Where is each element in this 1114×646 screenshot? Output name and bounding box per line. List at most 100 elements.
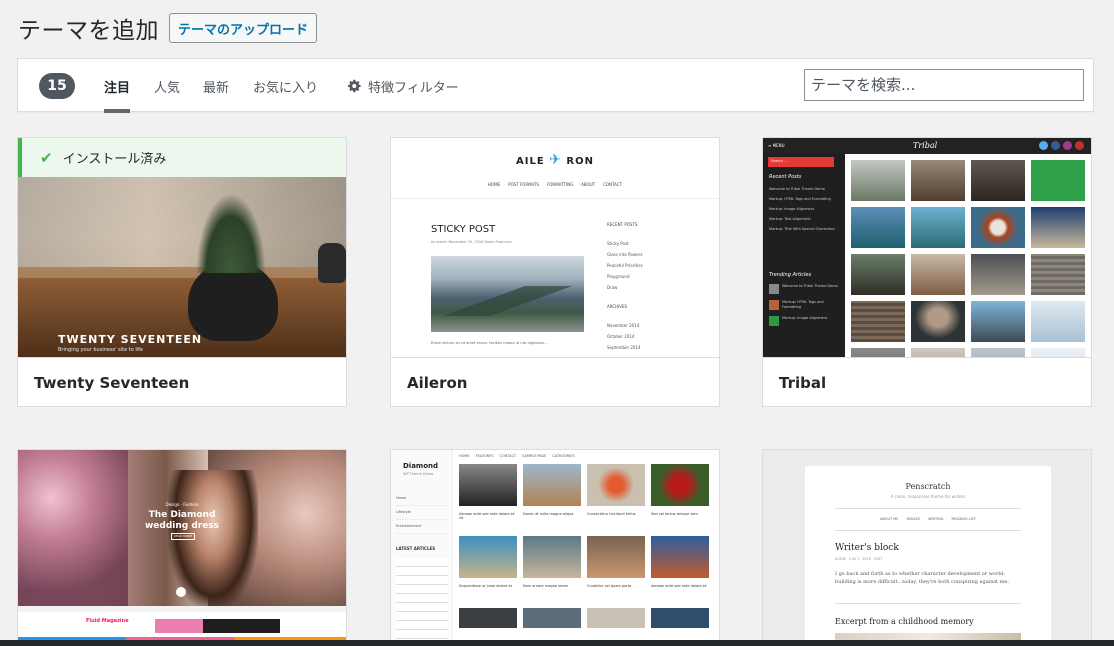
preview-trending-link: Welcome to Tribal Theme Demo — [782, 284, 838, 288]
feature-filter-button[interactable]: 特徴フィルター — [348, 59, 459, 113]
preview-sidebar-link: Draw — [607, 285, 618, 290]
page-title: テーマを追加 — [18, 18, 159, 44]
preview-post1-meta: AUDIE · JULY 7, 2016 · EDIT — [835, 557, 883, 561]
tab-latest[interactable]: 最新 — [203, 59, 229, 113]
preview-post-meta: by admin November 25, 2016 Books Feature… — [431, 240, 512, 244]
preview-sidebar-link: Glass into flowers — [607, 252, 643, 257]
tab-featured[interactable]: 注目 — [104, 59, 131, 113]
preview-nav-item: ABOUT ME — [879, 517, 899, 521]
scroll-dot-icon — [176, 587, 186, 597]
preview-post-image — [431, 256, 584, 332]
preview-recent-link: Welcome to Tribal Theme Demo — [769, 187, 825, 191]
preview-post-title: Donec at nulla magna aliqua — [523, 512, 574, 516]
preview-side-link: Lifestyle — [396, 506, 448, 520]
feature-filter-label: 特徴フィルター — [368, 80, 459, 96]
theme-card-penscratch[interactable]: Penscratch A clean, responsive theme for… — [762, 449, 1092, 646]
theme-screenshot: AILE ✈ RON HOME POST FORMATS FORMATTING … — [391, 138, 719, 357]
preview-nav-item: WRITING — [928, 517, 944, 521]
preview-sidebar-link: Sticky Post — [607, 241, 629, 246]
preview-nav-item: ABOUT — [581, 182, 596, 187]
preview-post-title: STICKY POST — [431, 224, 496, 235]
preview-sidebar-link: Peaceful Priorities — [607, 263, 643, 268]
preview-meta: Design · Fashion — [165, 502, 199, 507]
preview-trending-link: Markup: HTML Tags and Formatting — [782, 300, 824, 309]
theme-name: Aileron — [391, 357, 719, 406]
preview-subtitle: Bringing your business' site to life — [58, 347, 143, 353]
theme-search-input[interactable] — [804, 69, 1084, 101]
tab-popular[interactable]: 人気 — [154, 59, 180, 113]
installed-banner: ✔ インストール済み — [18, 138, 346, 177]
preview-logo: Tribal — [913, 141, 938, 150]
page-header: テーマを追加 テーマのアップロード — [18, 12, 318, 44]
preview-title: TWENTY SEVENTEEN — [58, 333, 203, 346]
preview-logo-left: AILE — [516, 156, 545, 167]
preview-title: Penscratch — [905, 482, 951, 491]
preview-tagline: WP Theme Demo — [403, 472, 434, 476]
social-icon — [1051, 141, 1060, 150]
preview-menu-label: ≡ MENU — [768, 143, 785, 148]
plane-icon: ✈ — [549, 152, 562, 168]
social-icon — [1075, 141, 1084, 150]
preview-post-title: Sed vel lectus tempor sem — [651, 512, 698, 516]
preview-read-more: READ MORE — [171, 533, 195, 540]
preview-post-title: Nam ornare magna lorem — [523, 584, 569, 588]
preview-title: The Diamond wedding dress — [144, 510, 220, 531]
preview-trending-link: Markup: Image Alignment — [782, 316, 828, 320]
preview-post-title: Aenean ante sed ante dolore et — [651, 584, 707, 588]
preview-post2-title: Excerpt from a childhood memory — [835, 617, 974, 626]
theme-screenshot: Design · Fashion The Diamond wedding dre… — [18, 450, 346, 646]
gear-icon — [348, 79, 361, 93]
preview-nav-item: CONTACT — [603, 182, 623, 187]
tab-favorites[interactable]: お気に入り — [253, 59, 318, 113]
preview-sidebar-heading: RECENT POSTS — [607, 222, 638, 227]
preview-nav-item: POST FORMATS — [508, 182, 539, 187]
theme-card-aileron[interactable]: AILE ✈ RON HOME POST FORMATS FORMATTING … — [390, 137, 720, 407]
theme-card-twenty-seventeen[interactable]: ✔ インストール済み TWENTY SEVENTEEN Bringing you… — [17, 137, 347, 407]
preview-side-link: Home — [396, 492, 448, 506]
theme-card-diamond[interactable]: Diamond WP Theme Demo Home Lifestyle Ent… — [390, 449, 720, 646]
preview-archives-heading: ARCHIVES — [607, 304, 628, 309]
upload-theme-button[interactable]: テーマのアップロード — [169, 13, 318, 43]
theme-screenshot: Diamond WP Theme Demo Home Lifestyle Ent… — [391, 450, 719, 646]
preview-post-excerpt: Etiam dictum an sit amet varius, facilis… — [431, 341, 548, 345]
preview-post1-title: Writer's block — [835, 543, 899, 553]
preview-archive-link: November 2014 — [607, 323, 640, 328]
window-bottom-edge — [0, 640, 1114, 646]
preview-recent-heading: Recent Posts — [769, 174, 802, 180]
preview-tagline: A clean, responsive theme for writers — [890, 494, 966, 499]
installed-label: インストール済み — [62, 152, 167, 167]
preview-nav-item: HOME — [459, 454, 470, 458]
preview-recent-link: Markup: Image Alignment — [769, 207, 815, 211]
theme-screenshot: ≡ MENU Tribal Search ... Recent Posts We… — [763, 138, 1091, 357]
preview-nav-item: SAMPLE PAGE — [522, 454, 547, 458]
preview-recent-link: Markup: Title With Special Characters — [769, 227, 835, 231]
preview-trending-heading: Trending Articles — [769, 272, 812, 278]
preview-archive-link: September 2014 — [607, 345, 641, 350]
preview-side-link: Entertainment — [396, 520, 448, 534]
theme-name: Tribal — [763, 357, 1091, 406]
preview-nav-item: CATEGORIES — [552, 454, 575, 458]
theme-count-badge: 15 — [39, 73, 75, 99]
preview-post-title: Curabitur vel quam porta — [587, 584, 632, 588]
filter-bar: 15 注目 人気 最新 お気に入り 特徴フィルター — [17, 58, 1094, 113]
theme-card-tribal[interactable]: ≡ MENU Tribal Search ... Recent Posts We… — [762, 137, 1092, 407]
social-icon — [1063, 141, 1072, 150]
preview-logo-right: RON — [566, 156, 594, 167]
preview-post1-excerpt: I go back and forth as to whether charac… — [835, 571, 1009, 585]
preview-sidebar-link: Playground — [607, 274, 630, 279]
preview-brand: Fluid Magazine — [86, 618, 129, 624]
theme-name: Twenty Seventeen — [18, 357, 346, 406]
preview-recent-link: Markup: Text Alignment — [769, 217, 811, 221]
preview-nav-item: READING LIST — [951, 517, 977, 521]
checkmark-icon: ✔ — [40, 148, 53, 167]
preview-nav-item: CONTACT — [499, 454, 517, 458]
social-icon — [1039, 141, 1048, 150]
preview-post-title: Suspendisse ut justo dolore et — [459, 584, 512, 588]
preview-latest-heading: LATEST ARTICLES — [396, 546, 436, 551]
preview-post-title: Aenean ante sed ante dolore et sit — [459, 512, 515, 520]
preview-brand: Diamond — [403, 462, 439, 470]
preview-nav-item: IMAGES — [906, 517, 921, 521]
theme-card-fluid-magazine[interactable]: Design · Fashion The Diamond wedding dre… — [17, 449, 347, 646]
preview-nav-item: HOME — [487, 182, 501, 187]
preview-nav-item: FEATURES — [475, 454, 494, 458]
